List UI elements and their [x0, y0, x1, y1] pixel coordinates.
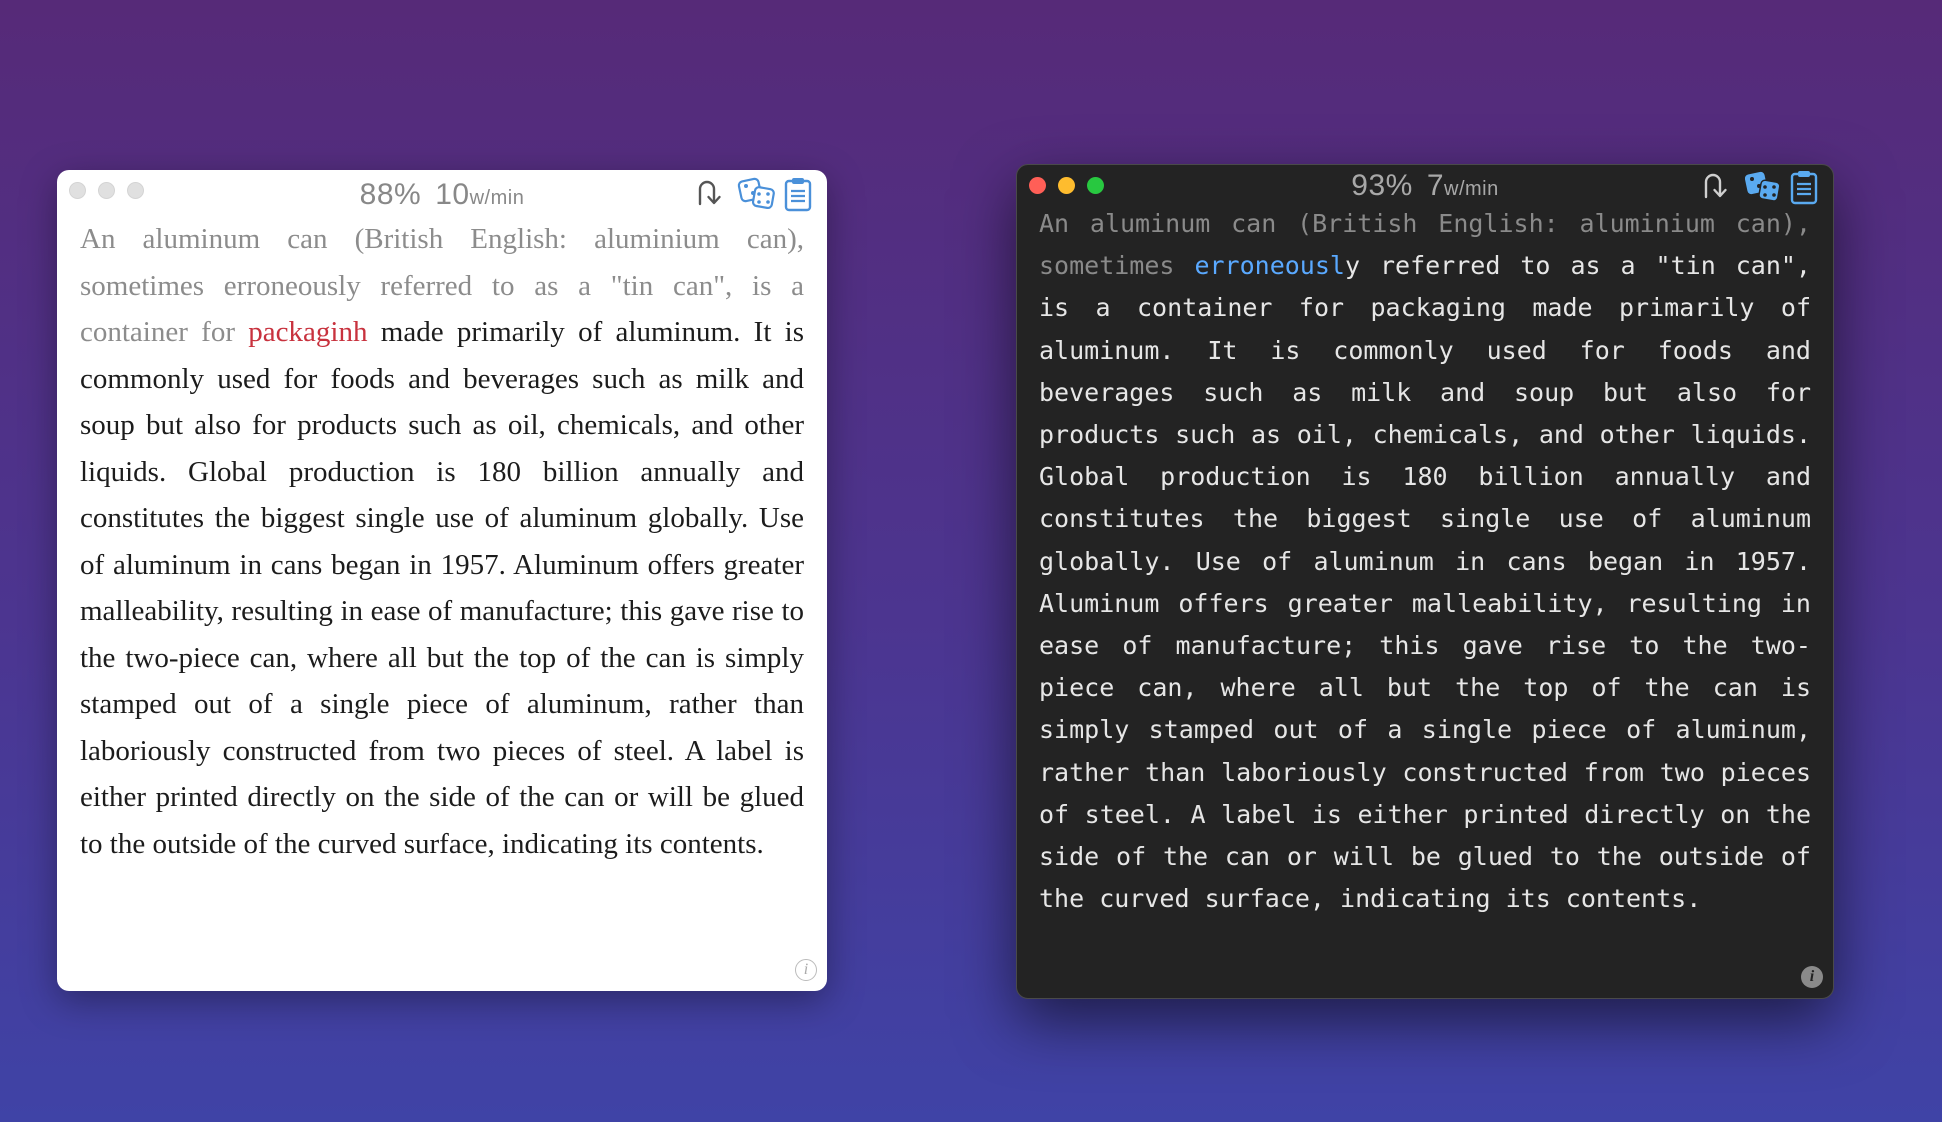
speed-unit: w/min	[469, 187, 525, 209]
toolbar	[1697, 169, 1825, 205]
toolbar	[691, 176, 819, 212]
speed-value: 7	[1426, 169, 1444, 202]
clipboard-icon[interactable]	[783, 176, 819, 212]
restart-arrow-icon[interactable]	[691, 176, 727, 212]
dice-icon[interactable]	[737, 176, 775, 212]
restart-arrow-icon[interactable]	[1697, 169, 1733, 205]
clipboard-icon[interactable]	[1789, 169, 1825, 205]
info-icon[interactable]: i	[1801, 966, 1823, 988]
speed-value: 10	[435, 178, 470, 211]
light-typing-window: 88% 10w/min An aluminum can (British Engl…	[57, 170, 827, 991]
dice-icon[interactable]	[1743, 169, 1781, 205]
titlebar: 88% 10w/min	[57, 170, 827, 216]
speed-unit: w/min	[1444, 178, 1499, 200]
dark-typing-window: 93% 7w/min An aluminum can (British Engli…	[1016, 164, 1834, 999]
error-word: packaginh	[248, 316, 368, 348]
current-word: erroneousl	[1194, 251, 1345, 281]
remaining-text: made primarily of aluminum. It is common…	[80, 316, 805, 860]
accuracy-percent: 88%	[359, 178, 422, 211]
typing-passage[interactable]: An aluminum can (British English: alumin…	[1039, 203, 1811, 920]
accuracy-percent: 93%	[1351, 169, 1413, 202]
typing-passage[interactable]: An aluminum can (British English: alumin…	[80, 216, 804, 867]
info-icon[interactable]: i	[795, 959, 817, 981]
remaining-text: y referred to as a "tin can", is a conta…	[1039, 251, 1811, 914]
